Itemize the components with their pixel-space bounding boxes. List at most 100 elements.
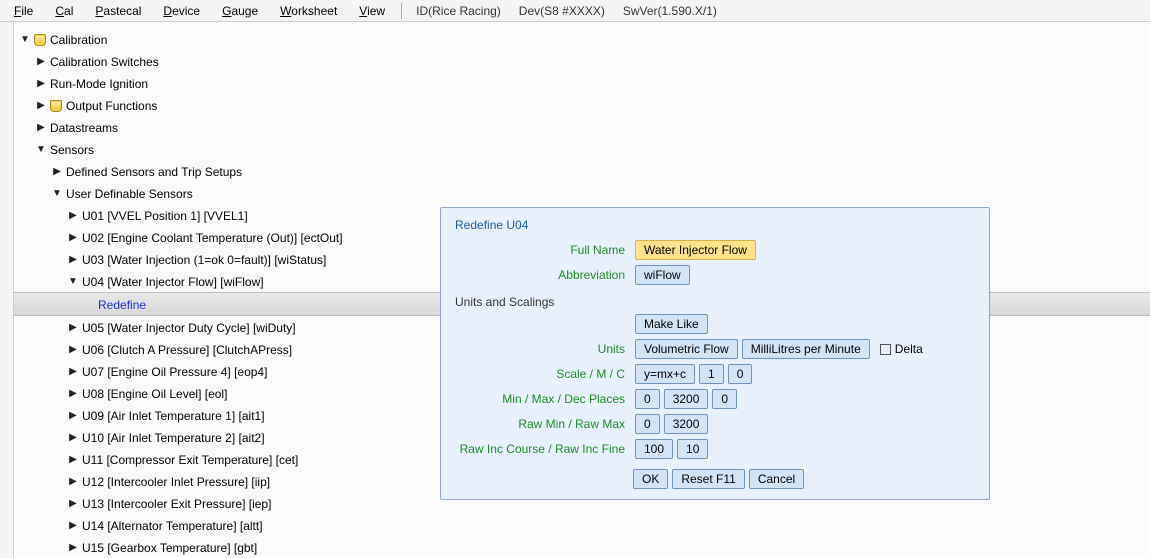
tree-label: U07 [Engine Oil Pressure 4] [eop4]	[82, 362, 267, 382]
expand-icon[interactable]: ▼	[52, 184, 62, 204]
menu-pastecal[interactable]: Pastecal	[87, 2, 149, 20]
units-scalings-header: Units and Scalings	[455, 295, 975, 309]
units-value-2[interactable]: MilliLitres per Minute	[742, 339, 870, 359]
collapse-icon[interactable]: ▶	[68, 228, 78, 248]
delta-checkbox[interactable]: Delta	[880, 342, 923, 356]
tree-node-u07[interactable]: ▶U07 [Engine Oil Pressure 4] [eop4]	[66, 362, 269, 382]
tree-label: U10 [Air Inlet Temperature 2] [ait2]	[82, 428, 265, 448]
tree-node-u06[interactable]: ▶U06 [Clutch A Pressure] [ClutchAPress]	[66, 340, 294, 360]
tree-label: U12 [Intercooler Inlet Pressure] [iip]	[82, 472, 270, 492]
max-value[interactable]: 3200	[664, 389, 709, 409]
collapse-icon[interactable]: ▶	[68, 428, 78, 448]
collapse-icon[interactable]: ▶	[68, 494, 78, 514]
cancel-button[interactable]: Cancel	[749, 469, 804, 489]
collapse-icon[interactable]: ▶	[68, 206, 78, 226]
collapse-icon[interactable]: ▶	[68, 362, 78, 382]
menu-cal[interactable]: Cal	[47, 2, 81, 20]
abbr-value[interactable]: wiFlow	[635, 265, 690, 285]
tree-node-output[interactable]: ▶Output Functions	[34, 96, 159, 116]
tree-node-u15[interactable]: ▶U15 [Gearbox Temperature] [gbt]	[66, 538, 259, 558]
collapse-icon[interactable]: ▶	[68, 538, 78, 558]
tree-node-u12[interactable]: ▶U12 [Intercooler Inlet Pressure] [iip]	[66, 472, 272, 492]
menu-file[interactable]: File	[6, 2, 41, 20]
collapse-icon[interactable]: ▶	[68, 340, 78, 360]
min-value[interactable]: 0	[635, 389, 660, 409]
tree-label: U08 [Engine Oil Level] [eol]	[82, 384, 227, 404]
scale-formula[interactable]: y=mx+c	[635, 364, 695, 384]
menu-separator	[401, 3, 402, 19]
collapse-icon[interactable]: ▶	[52, 162, 62, 182]
menubar: File Cal Pastecal Device Gauge Worksheet…	[0, 0, 1150, 22]
tree-node-u11[interactable]: ▶U11 [Compressor Exit Temperature] [cet]	[66, 450, 300, 470]
scale-label: Scale / M / C	[455, 367, 635, 381]
menu-gauge[interactable]: Gauge	[214, 2, 266, 20]
tree-label: U03 [Water Injection (1=ok 0=fault)] [wi…	[82, 250, 326, 270]
expand-icon[interactable]: ▼	[36, 140, 46, 160]
inc-fine[interactable]: 10	[677, 439, 708, 459]
tree-node-defined-sensors[interactable]: ▶Defined Sensors and Trip Setups	[50, 162, 244, 182]
units-value-1[interactable]: Volumetric Flow	[635, 339, 738, 359]
tree-node-u14[interactable]: ▶U14 [Alternator Temperature] [altt]	[66, 516, 265, 536]
menu-view[interactable]: View	[351, 2, 393, 20]
tree-label: Calibration Switches	[50, 52, 159, 72]
ok-button[interactable]: OK	[633, 469, 668, 489]
collapse-icon[interactable]: ▶	[36, 74, 46, 94]
tree-node-redefine[interactable]: ▶Redefine	[82, 295, 148, 315]
info-sw: SwVer(1.590.X/1)	[617, 2, 723, 20]
collapse-icon[interactable]: ▶	[68, 318, 78, 338]
tree-node-u13[interactable]: ▶U13 [Intercooler Exit Pressure] [iep]	[66, 494, 273, 514]
tree-node-u08[interactable]: ▶U08 [Engine Oil Level] [eol]	[66, 384, 229, 404]
dec-places[interactable]: 0	[712, 389, 737, 409]
tree-node-u04[interactable]: ▼U04 [Water Injector Flow] [wiFlow]	[66, 272, 266, 292]
course-label: Raw Inc Course / Raw Inc Fine	[455, 442, 635, 456]
tree-node-u10[interactable]: ▶U10 [Air Inlet Temperature 2] [ait2]	[66, 428, 267, 448]
scale-m[interactable]: 1	[699, 364, 724, 384]
tree-node-user-definable[interactable]: ▼User Definable Sensors	[50, 184, 195, 204]
collapse-icon[interactable]: ▶	[68, 250, 78, 270]
make-like-button[interactable]: Make Like	[635, 314, 708, 334]
tree-node-u09[interactable]: ▶U09 [Air Inlet Temperature 1] [ait1]	[66, 406, 267, 426]
raw-label: Raw Min / Raw Max	[455, 417, 635, 431]
mmd-label: Min / Max / Dec Places	[455, 392, 635, 406]
inc-course[interactable]: 100	[635, 439, 673, 459]
tree-node-calibration[interactable]: ▼ Calibration	[18, 30, 109, 50]
collapse-icon[interactable]: ▶	[36, 118, 46, 138]
tree-node-u05[interactable]: ▶U05 [Water Injector Duty Cycle] [wiDuty…	[66, 318, 298, 338]
menu-worksheet[interactable]: Worksheet	[272, 2, 345, 20]
tree-node-sensors[interactable]: ▼Sensors	[34, 140, 96, 160]
tree-label: U04 [Water Injector Flow] [wiFlow]	[82, 272, 264, 292]
raw-min[interactable]: 0	[635, 414, 660, 434]
collapse-icon[interactable]: ▶	[68, 450, 78, 470]
tree-label: U05 [Water Injector Duty Cycle] [wiDuty]	[82, 318, 296, 338]
tree-label: Sensors	[50, 140, 94, 160]
full-name-value[interactable]: Water Injector Flow	[635, 240, 756, 260]
tree-node-datastreams[interactable]: ▶Datastreams	[34, 118, 120, 138]
tree-node-u01[interactable]: ▶U01 [VVEL Position 1] [VVEL1]	[66, 206, 250, 226]
tree-label: Defined Sensors and Trip Setups	[66, 162, 242, 182]
tree-label: U09 [Air Inlet Temperature 1] [ait1]	[82, 406, 265, 426]
raw-max[interactable]: 3200	[664, 414, 709, 434]
collapse-icon[interactable]: ▶	[68, 406, 78, 426]
tree-label: Redefine	[98, 295, 146, 315]
scale-c[interactable]: 0	[728, 364, 753, 384]
tree-label: U02 [Engine Coolant Temperature (Out)] […	[82, 228, 343, 248]
expand-icon[interactable]: ▼	[20, 30, 30, 50]
collapse-icon[interactable]: ▶	[36, 96, 46, 116]
tree-label: U11 [Compressor Exit Temperature] [cet]	[82, 450, 298, 470]
tree-label: U13 [Intercooler Exit Pressure] [iep]	[82, 494, 271, 514]
left-gutter	[0, 22, 14, 558]
collapse-icon[interactable]: ▶	[68, 472, 78, 492]
tree-node-cal-switches[interactable]: ▶Calibration Switches	[34, 52, 161, 72]
tree-node-runmode[interactable]: ▶Run-Mode Ignition	[34, 74, 150, 94]
reset-button[interactable]: Reset F11	[672, 469, 744, 489]
tree-node-u03[interactable]: ▶U03 [Water Injection (1=ok 0=fault)] [w…	[66, 250, 328, 270]
tree-label: Run-Mode Ignition	[50, 74, 148, 94]
tree-label: U14 [Alternator Temperature] [altt]	[82, 516, 263, 536]
menu-device[interactable]: Device	[155, 2, 208, 20]
expand-icon[interactable]: ▼	[68, 272, 78, 292]
collapse-icon[interactable]: ▶	[68, 384, 78, 404]
collapse-icon[interactable]: ▶	[36, 52, 46, 72]
tree-node-u02[interactable]: ▶U02 [Engine Coolant Temperature (Out)] …	[66, 228, 345, 248]
collapse-icon[interactable]: ▶	[68, 516, 78, 536]
info-dev: Dev(S8 #XXXX)	[513, 2, 611, 20]
